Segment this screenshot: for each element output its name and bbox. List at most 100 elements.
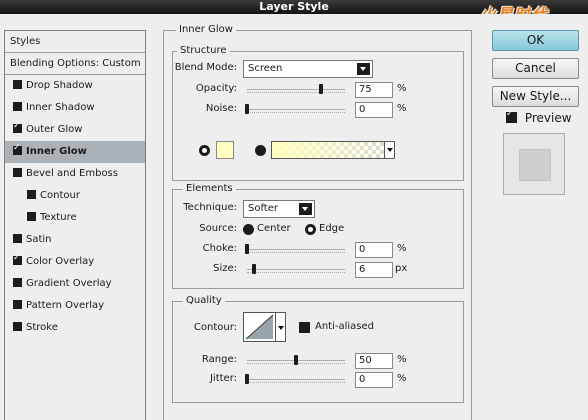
- structure-title: Structure: [177, 45, 230, 56]
- quality-title: Quality: [183, 295, 225, 306]
- chevron-down-icon: [278, 326, 284, 330]
- choke-slider-track[interactable]: [247, 249, 345, 253]
- size-slider-handle[interactable]: [252, 264, 256, 274]
- source-center-label[interactable]: Center: [257, 223, 291, 234]
- style-checkbox[interactable]: [13, 234, 22, 243]
- chevron-down-icon: [387, 148, 393, 152]
- technique-dropdown[interactable]: Softer: [243, 200, 315, 218]
- opacity-slider-track[interactable]: [247, 89, 345, 93]
- style-checkbox[interactable]: [27, 212, 36, 221]
- style-item-inner-shadow[interactable]: Inner Shadow: [5, 97, 145, 119]
- opacity-unit: %: [397, 83, 407, 94]
- structure-group: Structure Blend Mode: Screen Opacity: 75…: [172, 45, 464, 181]
- style-item-outer-glow[interactable]: Outer Glow: [5, 119, 145, 141]
- styles-header[interactable]: Styles: [5, 31, 145, 53]
- blend-mode-dropdown[interactable]: Screen: [243, 60, 373, 78]
- solid-color-radio[interactable]: [199, 145, 210, 156]
- size-slider-track[interactable]: [247, 269, 345, 273]
- anti-aliased-label[interactable]: Anti-aliased: [315, 321, 374, 332]
- style-checkbox[interactable]: [13, 322, 22, 331]
- ok-button[interactable]: OK: [492, 30, 579, 51]
- glow-color-swatch[interactable]: [216, 141, 234, 159]
- style-checkbox[interactable]: [13, 168, 22, 177]
- style-item-label: Stroke: [26, 322, 58, 333]
- panel-title: Inner Glow: [176, 24, 236, 35]
- dialog-body: Styles Blending Options: Custom Drop Sha…: [0, 14, 588, 420]
- jitter-input[interactable]: 0: [355, 372, 393, 388]
- style-checkbox[interactable]: [13, 120, 22, 133]
- style-item-label: Inner Glow: [26, 146, 87, 157]
- source-edge-radio[interactable]: [305, 224, 316, 235]
- style-item-label: Contour: [40, 190, 80, 201]
- source-edge-label[interactable]: Edge: [319, 223, 344, 234]
- style-item-stroke[interactable]: Stroke: [5, 317, 145, 339]
- jitter-slider-track[interactable]: [247, 379, 345, 383]
- chevron-down-icon: [357, 63, 370, 75]
- noise-input[interactable]: 0: [355, 102, 393, 118]
- gradient-picker[interactable]: [271, 141, 395, 159]
- chevron-down-icon: [299, 203, 312, 215]
- jitter-unit: %: [397, 373, 407, 384]
- noise-slider-handle[interactable]: [245, 104, 249, 114]
- range-slider-handle[interactable]: [294, 355, 298, 365]
- choke-unit: %: [397, 243, 407, 254]
- new-style-button[interactable]: New Style...: [492, 86, 579, 107]
- style-item-texture[interactable]: Texture: [5, 207, 145, 229]
- opacity-slider-handle[interactable]: [319, 84, 323, 94]
- source-label: Source:: [199, 223, 237, 234]
- contour-dropdown-arrow[interactable]: [276, 312, 286, 342]
- style-item-satin[interactable]: Satin: [5, 229, 145, 251]
- style-item-inner-glow[interactable]: Inner Glow: [5, 141, 145, 163]
- style-item-bevel-and-emboss[interactable]: Bevel and Emboss: [5, 163, 145, 185]
- style-checkbox[interactable]: [13, 142, 22, 155]
- style-item-color-overlay[interactable]: Color Overlay: [5, 251, 145, 273]
- source-center-radio[interactable]: [243, 224, 254, 235]
- style-item-label: Color Overlay: [26, 256, 95, 267]
- jitter-slider-handle[interactable]: [245, 374, 249, 384]
- style-item-contour[interactable]: Contour: [5, 185, 145, 207]
- style-checkbox[interactable]: [13, 252, 22, 265]
- preview-toggle[interactable]: Preview: [506, 108, 572, 125]
- size-input[interactable]: 6: [355, 262, 393, 278]
- range-input[interactable]: 50: [355, 353, 393, 369]
- style-item-label: Inner Shadow: [26, 102, 95, 113]
- noise-unit: %: [397, 103, 407, 114]
- preview-label[interactable]: Preview: [525, 111, 572, 125]
- styles-list: Styles Blending Options: Custom Drop Sha…: [4, 30, 146, 420]
- style-item-label: Outer Glow: [26, 124, 83, 135]
- noise-label: Noise:: [205, 103, 237, 114]
- elements-group: Elements Technique: Softer Source: Cente…: [172, 183, 464, 289]
- style-checkbox[interactable]: [13, 102, 22, 111]
- technique-label: Technique:: [183, 202, 237, 213]
- cancel-button[interactable]: Cancel: [492, 58, 579, 79]
- choke-label: Choke:: [202, 243, 237, 254]
- contour-picker[interactable]: [243, 312, 276, 342]
- blending-options-item[interactable]: Blending Options: Custom: [5, 53, 145, 75]
- range-unit: %: [397, 354, 407, 365]
- choke-input[interactable]: 0: [355, 242, 393, 258]
- preview-checkbox[interactable]: [506, 108, 517, 123]
- style-item-label: Bevel and Emboss: [26, 168, 118, 179]
- size-unit: px: [395, 263, 408, 274]
- anti-aliased-checkbox[interactable]: [299, 322, 310, 333]
- elements-title: Elements: [183, 183, 236, 194]
- style-item-gradient-overlay[interactable]: Gradient Overlay: [5, 273, 145, 295]
- opacity-input[interactable]: 75: [355, 82, 393, 98]
- style-item-label: Gradient Overlay: [26, 278, 112, 289]
- noise-slider-track[interactable]: [247, 109, 345, 113]
- style-item-label: Satin: [26, 234, 52, 245]
- style-item-label: Drop Shadow: [26, 80, 93, 91]
- style-items: Drop Shadow Inner Shadow Outer Glow Inner G…: [5, 75, 145, 339]
- gradient-radio[interactable]: [255, 145, 266, 156]
- style-item-drop-shadow[interactable]: Drop Shadow: [5, 75, 145, 97]
- style-checkbox[interactable]: [13, 300, 22, 309]
- gradient-dropdown-arrow[interactable]: [384, 142, 394, 158]
- choke-slider-handle[interactable]: [245, 244, 249, 254]
- style-checkbox[interactable]: [13, 80, 22, 89]
- opacity-label: Opacity:: [195, 83, 237, 94]
- style-item-pattern-overlay[interactable]: Pattern Overlay: [5, 295, 145, 317]
- style-checkbox[interactable]: [13, 278, 22, 287]
- preview-thumbnail: [503, 133, 565, 195]
- range-label: Range:: [201, 354, 237, 365]
- style-checkbox[interactable]: [27, 190, 36, 199]
